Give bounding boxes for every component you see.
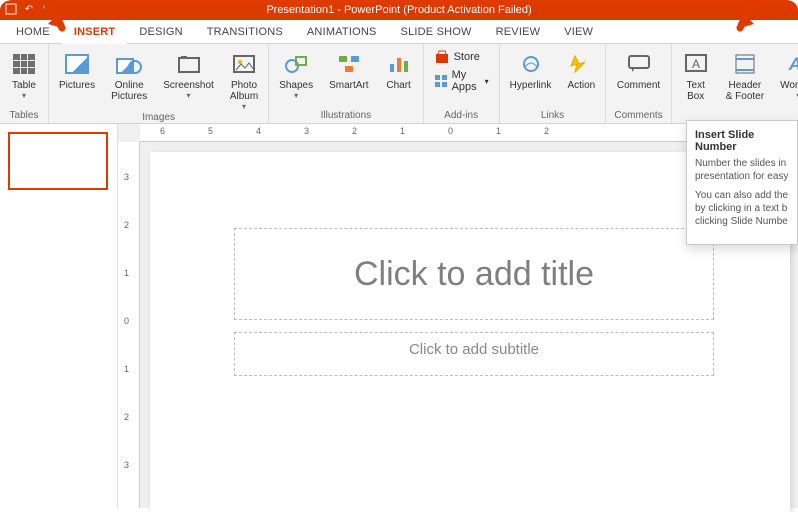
shapes-icon <box>282 50 310 78</box>
table-icon <box>10 50 38 78</box>
slide-thumbnail-pane[interactable] <box>0 124 118 508</box>
tab-animations[interactable]: ANIMATIONS <box>295 22 389 43</box>
quick-access-toolbar: ↶ ↷ <box>4 2 54 16</box>
smartart-icon <box>335 50 363 78</box>
group-comments: Comment Comments <box>606 44 671 123</box>
chart-button[interactable]: Chart <box>383 48 415 93</box>
subtitle-placeholder[interactable]: Click to add subtitle <box>234 332 714 376</box>
wordart-icon: A <box>784 50 798 78</box>
group-links: Hyperlink Action Links <box>500 44 607 123</box>
tab-design[interactable]: DESIGN <box>127 22 194 43</box>
group-text: AText Box Header & Footer AWordArt▾ Date… <box>672 44 798 123</box>
save-icon[interactable] <box>4 2 18 16</box>
tooltip-body-1: Number the slides in presentation for ea… <box>695 157 789 183</box>
group-images: Pictures Online Pictures Screenshot▾ Pho… <box>49 44 269 123</box>
tooltip-body-2: You can also add the by clicking in a te… <box>695 189 789 228</box>
online-pictures-icon <box>115 50 143 78</box>
table-button[interactable]: Table▾ <box>8 48 40 102</box>
tab-view[interactable]: VIEW <box>552 22 605 43</box>
title-bar: ↶ ↷ Presentation1 - PowerPoint (Product … <box>0 0 798 20</box>
work-area: 6 5 4 3 2 1 0 1 2 3 2 1 0 1 2 3 Click to… <box>0 124 798 508</box>
redo-icon[interactable]: ↷ <box>40 2 54 16</box>
vertical-ruler: 3 2 1 0 1 2 3 <box>118 142 140 508</box>
store-button[interactable]: Store <box>432 48 482 66</box>
online-pictures-button[interactable]: Online Pictures <box>109 48 149 104</box>
photo-album-button[interactable]: Photo Album▾ <box>228 48 260 113</box>
my-apps-button[interactable]: My Apps▾ <box>432 68 491 94</box>
tooltip-slide-number: Insert Slide Number Number the slides in… <box>686 120 798 245</box>
store-icon <box>434 49 450 65</box>
tab-review[interactable]: REVIEW <box>484 22 553 43</box>
photo-album-icon <box>230 50 258 78</box>
ribbon-tabs: HOME INSERT DESIGN TRANSITIONS ANIMATION… <box>0 20 798 44</box>
group-illustrations: Shapes▾ SmartArt Chart Illustrations <box>269 44 423 123</box>
shapes-button[interactable]: Shapes▾ <box>277 48 315 102</box>
tab-home[interactable]: HOME <box>4 22 62 43</box>
wordart-button[interactable]: AWordArt▾ <box>778 48 798 102</box>
text-box-button[interactable]: AText Box <box>680 48 712 104</box>
pictures-button[interactable]: Pictures <box>57 48 97 93</box>
window-title: Presentation1 - PowerPoint (Product Acti… <box>266 4 531 16</box>
title-placeholder[interactable]: Click to add title <box>234 228 714 320</box>
chart-icon <box>385 50 413 78</box>
header-footer-icon <box>731 50 759 78</box>
action-icon <box>567 50 595 78</box>
pictures-icon <box>63 50 91 78</box>
group-addins: Store My Apps▾ Add-ins <box>424 44 500 123</box>
header-footer-button[interactable]: Header & Footer <box>724 48 766 104</box>
tooltip-title: Insert Slide Number <box>695 129 789 153</box>
svg-text:A: A <box>787 54 798 74</box>
tab-slideshow[interactable]: SLIDE SHOW <box>389 22 484 43</box>
screenshot-icon <box>175 50 203 78</box>
smartart-button[interactable]: SmartArt <box>327 48 370 93</box>
comment-icon <box>625 50 653 78</box>
text-box-icon: A <box>682 50 710 78</box>
ribbon: Table▾ Tables Pictures Online Pictures S… <box>0 44 798 124</box>
tab-transitions[interactable]: TRANSITIONS <box>195 22 295 43</box>
group-tables: Table▾ Tables <box>0 44 49 123</box>
tab-insert[interactable]: INSERT <box>62 22 128 43</box>
svg-text:A: A <box>692 57 700 71</box>
hyperlink-icon <box>517 50 545 78</box>
action-button[interactable]: Action <box>565 48 597 93</box>
comment-button[interactable]: Comment <box>615 48 662 93</box>
my-apps-icon <box>434 73 448 89</box>
undo-icon[interactable]: ↶ <box>22 2 36 16</box>
hyperlink-button[interactable]: Hyperlink <box>508 48 554 93</box>
slide-thumbnail-1[interactable] <box>8 132 108 190</box>
screenshot-button[interactable]: Screenshot▾ <box>161 48 216 102</box>
